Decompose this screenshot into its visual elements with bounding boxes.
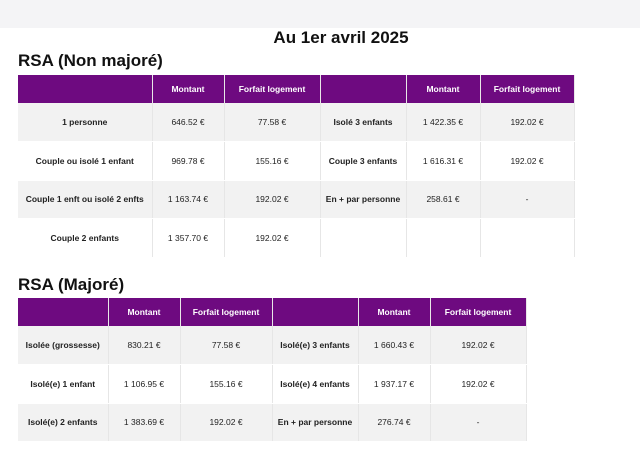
column-header: Montant <box>406 75 481 103</box>
forfait-logement-cell: - <box>430 403 527 442</box>
row-label: Isolé(e) 3 enfants <box>272 326 359 365</box>
row-label: Couple 1 enft ou isolé 2 enfts <box>18 180 153 219</box>
top-bar <box>0 0 640 28</box>
column-header-empty <box>272 298 359 326</box>
row-label: Couple 2 enfants <box>18 218 153 258</box>
forfait-logement-cell: 192.02 € <box>224 218 321 258</box>
montant-cell: 1 106.95 € <box>108 364 181 404</box>
table-row: 1 personne 646.52 €77.58 € Isolé 3 enfants… <box>18 103 575 142</box>
montant-cell: 258.61 € <box>406 180 481 219</box>
row-label: Isolé 3 enfants <box>320 103 407 142</box>
column-header-empty <box>18 298 109 326</box>
forfait-logement-cell: 192.02 € <box>480 141 575 181</box>
column-header-empty <box>18 75 153 103</box>
montant-cell: 969.78 € <box>152 141 225 181</box>
rsa-non-majore-table: Montant Forfait logement Montant Forfait lo… <box>18 75 575 258</box>
table-header-row: Montant Forfait logement Montant Forfait lo… <box>18 298 527 326</box>
column-header: Forfait logement <box>480 75 575 103</box>
column-header: Forfait logement <box>430 298 527 326</box>
forfait-logement-cell: 77.58 € <box>224 103 321 142</box>
montant-cell: 1 357.70 € <box>152 218 225 258</box>
table-row: Couple 2 enfants 1 357.70 €192.02 € <box>18 218 575 258</box>
forfait-logement-cell: 192.02 € <box>224 180 321 219</box>
row-label: En + par personne <box>320 180 407 219</box>
montant-cell: 830.21 € <box>108 326 181 365</box>
column-header: Montant <box>108 298 181 326</box>
column-header: Forfait logement <box>224 75 321 103</box>
forfait-logement-cell: - <box>480 180 575 219</box>
row-label: Isolée (grossesse) <box>18 326 109 365</box>
row-label: Isolé(e) 4 enfants <box>272 364 359 404</box>
montant-cell: 1 163.74 € <box>152 180 225 219</box>
column-header: Montant <box>358 298 431 326</box>
forfait-logement-cell: 192.02 € <box>180 403 273 442</box>
table-row: Couple ou isolé 1 enfant 969.78 €155.16 €… <box>18 141 575 181</box>
montant-cell: 1 937.17 € <box>358 364 431 404</box>
section-title-non-majore: RSA (Non majoré) <box>18 51 163 70</box>
rsa-majore-table: Montant Forfait logement Montant Forfait lo… <box>18 298 527 442</box>
table-row: Isolée (grossesse) 830.21 €77.58 € Isolé(e… <box>18 326 527 365</box>
montant-cell: 1 383.69 € <box>108 403 181 442</box>
montant-cell: 1 616.31 € <box>406 141 481 181</box>
row-label: Couple 3 enfants <box>320 141 407 181</box>
forfait-logement-cell <box>480 218 575 258</box>
table-row: Couple 1 enft ou isolé 2 enfts 1 163.74 €… <box>18 180 575 219</box>
montant-cell: 276.74 € <box>358 403 431 442</box>
montant-cell <box>406 218 481 258</box>
row-label: Isolé(e) 2 enfants <box>18 403 109 442</box>
column-header: Montant <box>152 75 225 103</box>
forfait-logement-cell: 77.58 € <box>180 326 273 365</box>
column-header-empty <box>320 75 407 103</box>
forfait-logement-cell: 192.02 € <box>480 103 575 142</box>
row-label: Couple ou isolé 1 enfant <box>18 141 153 181</box>
row-label <box>320 218 407 258</box>
row-label: 1 personne <box>18 103 153 142</box>
table-row: Isolé(e) 2 enfants 1 383.69 €192.02 € En +… <box>18 403 527 442</box>
montant-cell: 1 660.43 € <box>358 326 431 365</box>
forfait-logement-cell: 192.02 € <box>430 364 527 404</box>
table-header-row: Montant Forfait logement Montant Forfait lo… <box>18 75 575 103</box>
forfait-logement-cell: 192.02 € <box>430 326 527 365</box>
montant-cell: 646.52 € <box>152 103 225 142</box>
montant-cell: 1 422.35 € <box>406 103 481 142</box>
forfait-logement-cell: 155.16 € <box>224 141 321 181</box>
page-title: Au 1er avril 2025 <box>273 28 409 47</box>
column-header: Forfait logement <box>180 298 273 326</box>
forfait-logement-cell: 155.16 € <box>180 364 273 404</box>
row-label: Isolé(e) 1 enfant <box>18 364 109 404</box>
row-label: En + par personne <box>272 403 359 442</box>
section-title-majore: RSA (Majoré) <box>18 275 125 294</box>
table-row: Isolé(e) 1 enfant 1 106.95 €155.16 € Isolé… <box>18 364 527 404</box>
